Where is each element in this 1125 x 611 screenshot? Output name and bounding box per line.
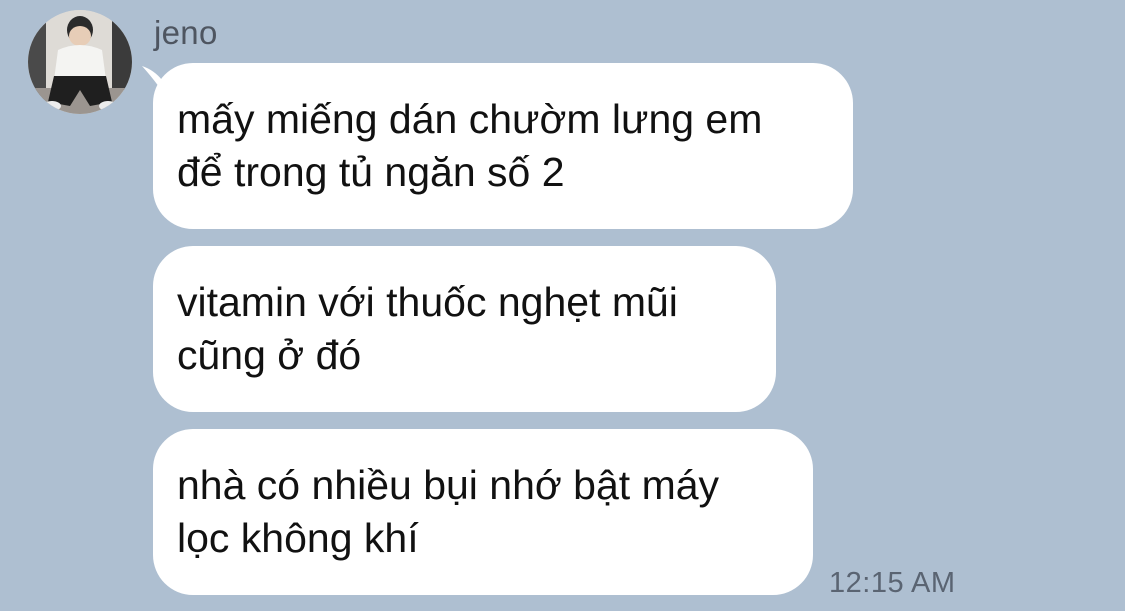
message-bubble[interactable]: nhà có nhiều bụi nhớ bật máy lọc không k… — [153, 429, 813, 595]
message-text-line: nhà có nhiều bụi nhớ bật máy — [177, 462, 720, 508]
sender-name: jeno — [154, 14, 218, 51]
message-text-line: lọc không khí — [177, 515, 419, 561]
profile-photo-icon — [28, 10, 132, 114]
message-timestamp: 12:15 AM — [829, 567, 956, 599]
message-text-line: mấy miếng dán chườm lưng em — [177, 96, 763, 142]
message-text-line: vitamin với thuốc nghẹt mũi — [177, 279, 678, 325]
message-bubble[interactable]: mấy miếng dán chườm lưng em để trong tủ … — [153, 63, 853, 229]
message-bubble[interactable]: vitamin với thuốc nghẹt mũi cũng ở đó — [153, 246, 776, 412]
message-text-line: cũng ở đó — [177, 332, 362, 378]
message-text-line: để trong tủ ngăn số 2 — [177, 149, 565, 195]
avatar[interactable] — [28, 10, 132, 114]
